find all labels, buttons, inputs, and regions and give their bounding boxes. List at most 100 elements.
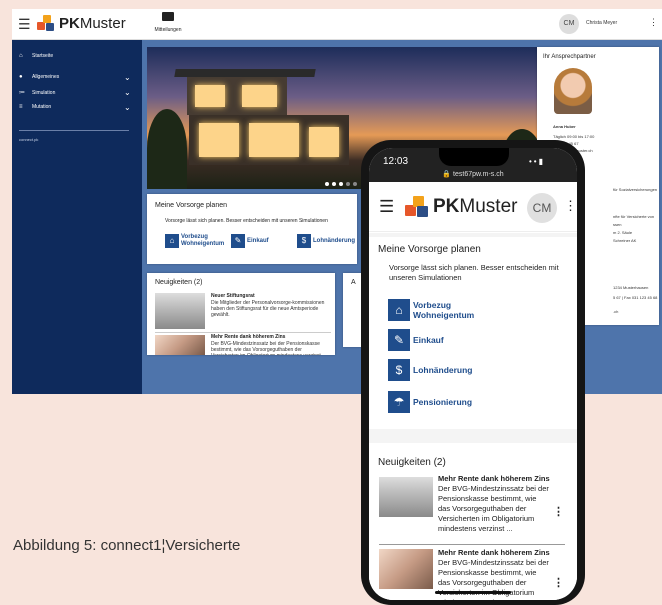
- contact-photo: [554, 68, 592, 114]
- vorbezug-line1: Vorbezug: [413, 300, 452, 310]
- user-name[interactable]: Christa Meyer: [586, 20, 617, 26]
- beach-umbrella-icon: ☂: [388, 391, 410, 413]
- news-headline[interactable]: Mehr Rente dank höherem Zins: [211, 334, 285, 340]
- sidebar-item-label: Allgemeines: [32, 74, 60, 80]
- vorsorge-text: Vorsorge lässt sich planen. Besser entsc…: [389, 263, 559, 282]
- status-bar: 12:03 ••▮ 🔒 test67pw.m-s.ch: [369, 148, 577, 182]
- contact-hours: Täglich 09:00 bis 17:00: [553, 134, 595, 139]
- vorsorge-title: Meine Vorsorge planen: [155, 202, 227, 209]
- brand-logo[interactable]: PK Muster: [405, 196, 517, 218]
- house-lower: [189, 115, 349, 165]
- brand-pk: PK: [433, 196, 460, 217]
- sidebar-item-mutation[interactable]: ≡ Mutation ⌄: [19, 103, 131, 112]
- news-title: Neuigkeiten (2): [155, 279, 203, 286]
- phone-content: Meine Vorsorge planen Vorsorge lässt sic…: [369, 233, 577, 600]
- pensionierung-label: Pensionierung: [413, 397, 473, 407]
- lohnaenderung-button[interactable]: $ Lohnänderung: [297, 234, 355, 248]
- vorsorge-card: Meine Vorsorge planen Vorsorge lässt sic…: [369, 237, 577, 429]
- einkauf-button[interactable]: ✎ Einkauf: [231, 234, 269, 248]
- house-icon: ⌂: [165, 234, 179, 248]
- lohnaenderung-label: Lohnänderung: [313, 237, 355, 244]
- more-vert-icon[interactable]: ⋮: [649, 17, 658, 28]
- phone-screen: 12:03 ••▮ 🔒 test67pw.m-s.ch ☰ PK Muster …: [369, 148, 577, 600]
- house-upper: [187, 77, 287, 115]
- einkauf-button[interactable]: ✎ Einkauf: [388, 329, 444, 351]
- logo-cubes-icon: [37, 15, 55, 32]
- menu-icon[interactable]: ☰: [379, 198, 394, 215]
- home-indicator[interactable]: [435, 591, 511, 594]
- vorbezug-line2: Wohneigentum: [181, 241, 225, 247]
- contact-name: Anna Huber: [553, 124, 576, 129]
- vorbezug-line1: Vorbezug: [181, 234, 208, 240]
- carousel-dots[interactable]: [325, 182, 357, 186]
- brand-rest: Muster: [459, 196, 518, 217]
- news-image: [155, 293, 205, 329]
- lohnaenderung-button[interactable]: $ Lohnänderung: [388, 359, 473, 381]
- news-title: Neuigkeiten (2): [378, 457, 446, 468]
- house-roof: [174, 69, 316, 77]
- more-vert-icon[interactable]: ⋮: [553, 505, 564, 518]
- brand-pk: PK: [59, 15, 80, 32]
- vorbezug-button[interactable]: ⌂ Vorbezug Wohneigentum: [388, 299, 474, 321]
- news-body: Der BVG-Mindestzinssatz bei der Pensions…: [211, 341, 326, 355]
- news-divider: [379, 544, 565, 545]
- news-card: Neuigkeiten (2) Neuer Stiftungsrat Die M…: [147, 273, 335, 355]
- sidebar-item-label: Simulation: [32, 89, 56, 96]
- peek-card-title: A: [351, 279, 356, 286]
- news-body: Die Mitglieder der Personalvorsorge-komm…: [211, 300, 325, 318]
- contact-line: Schreiner AK: [613, 238, 637, 243]
- vorbezug-button[interactable]: ⌂ Vorbezug Wohneigentum: [165, 234, 224, 248]
- menu-icon[interactable]: ☰: [18, 17, 31, 31]
- avatar[interactable]: CM: [559, 14, 579, 34]
- sidebar-item-simulation[interactable]: ≔ Simulation ⌄: [19, 88, 131, 97]
- news-divider: [155, 332, 331, 333]
- contact-line: ssen: [613, 222, 622, 227]
- pensionierung-button[interactable]: ☂ Pensionierung: [388, 391, 472, 413]
- brand-rest: Muster: [79, 15, 126, 32]
- chevron-down-icon: ⌄: [124, 72, 131, 82]
- contact-title: Ihr Ansprechpartner: [543, 54, 596, 60]
- dollar-refresh-icon: $: [388, 359, 410, 381]
- phone-app-bar: ☰ PK Muster CM ⋮: [369, 182, 577, 232]
- url-bar[interactable]: 🔒 test67pw.m-s.ch: [369, 170, 577, 178]
- einkauf-label: Einkauf: [247, 237, 269, 244]
- news-body: Der BVG-Mindestzinssatz bei der Pensions…: [438, 484, 549, 533]
- more-vert-icon[interactable]: ⋮: [564, 199, 577, 212]
- mail-icon: [162, 12, 174, 21]
- news-headline[interactable]: Neuer Stiftungsrat: [211, 293, 255, 299]
- contact-address: 1234 Musterhausen: [613, 285, 649, 290]
- house-icon: ⌂: [388, 299, 410, 321]
- sidebar-divider: [19, 130, 129, 131]
- contact-line: für Sozialversicherungen: [613, 187, 658, 192]
- brand-logo[interactable]: PK Muster: [37, 15, 126, 32]
- edit-icon: ≡: [19, 104, 23, 110]
- url-text: test67pw.m-s.ch: [453, 171, 504, 178]
- vorsorge-title: Meine Vorsorge planen: [378, 244, 481, 255]
- sidebar-item-label: Mutation: [32, 104, 52, 110]
- news-headline[interactable]: Mehr Rente dank höherem Zins: [438, 548, 550, 557]
- calculator-icon: ≔: [19, 90, 25, 96]
- news-headline[interactable]: Mehr Rente dank höherem Zins: [438, 474, 550, 483]
- signal-wifi-battery-icon: ••▮: [529, 157, 546, 166]
- news-image: [379, 549, 433, 589]
- news-image: [155, 335, 205, 355]
- einkauf-label: Einkauf: [413, 335, 444, 345]
- phone-notch: [439, 148, 509, 166]
- chevron-down-icon: ⌄: [124, 102, 131, 112]
- dollar-refresh-icon: $: [297, 234, 311, 248]
- tree-shape: [147, 109, 187, 189]
- chevron-down-icon: ⌄: [124, 88, 131, 97]
- hand-coin-icon: ✎: [388, 329, 410, 351]
- avatar[interactable]: CM: [527, 193, 557, 223]
- home-icon: ⌂: [19, 53, 23, 59]
- messages-button[interactable]: Mitteilungen: [148, 12, 188, 33]
- messages-label: Mitteilungen: [154, 27, 182, 33]
- vorsorge-card: Meine Vorsorge planen Vorsorge lässt sic…: [147, 194, 357, 264]
- contact-web[interactable]: .ch: [613, 309, 618, 314]
- sidebar-item-allgemeines[interactable]: ● Allgemeines ⌄: [19, 73, 131, 82]
- more-vert-icon[interactable]: ⋮: [553, 576, 564, 589]
- sidebar-item-startseite[interactable]: ⌂ Startseite: [19, 53, 53, 59]
- news-card: Neuigkeiten (2) Mehr Rente dank höherem …: [369, 443, 577, 600]
- figure-caption: Abbildung 5: connect1¦Versicherte: [13, 537, 241, 554]
- person-icon: ●: [19, 74, 23, 80]
